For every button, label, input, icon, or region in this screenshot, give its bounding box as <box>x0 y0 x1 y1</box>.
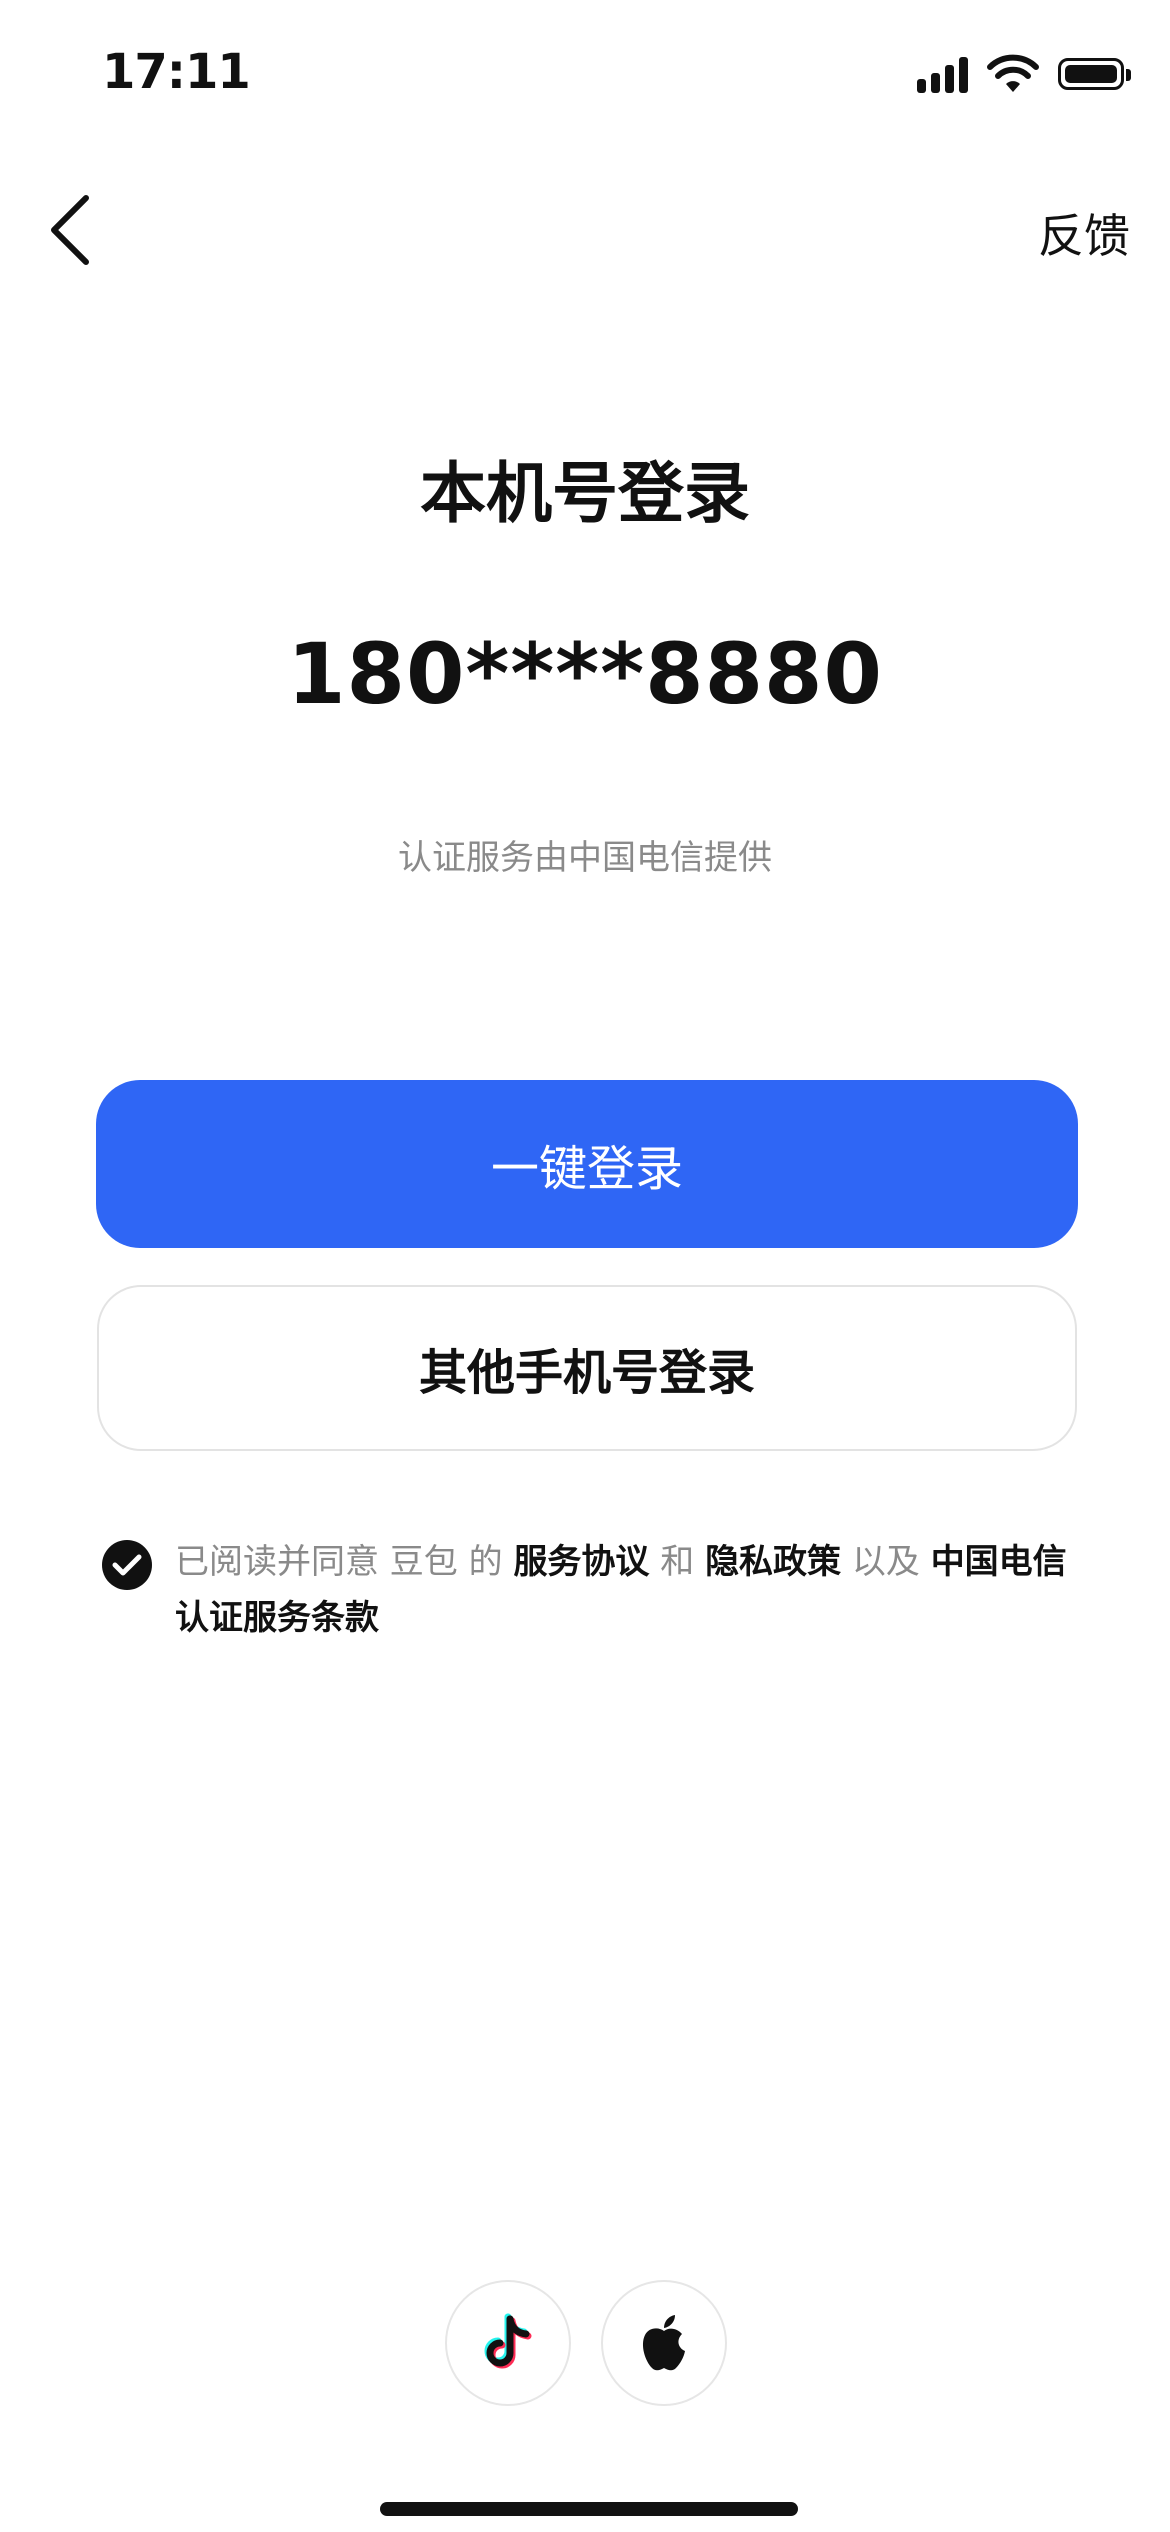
privacy-policy-link[interactable]: 隐私政策 <box>705 1542 841 1582</box>
apple-logo-icon <box>642 2315 685 2371</box>
agreement-text: 已阅读并同意 豆包 的 服务协议 和 隐私政策 以及 中国电信认证服务条款 <box>175 1534 1085 1646</box>
auth-provider-text: 认证服务由中国电信提供 <box>398 838 772 878</box>
other-number-login-button[interactable]: 其他手机号登录 <box>97 1285 1077 1451</box>
page-title: 本机号登录 <box>420 455 750 532</box>
agreement-prefix: 已阅读并同意 豆包 的 <box>175 1542 514 1582</box>
masked-phone-number: 180****8880 <box>287 625 883 723</box>
home-indicator <box>380 2502 798 2516</box>
chevron-left-icon <box>51 195 89 265</box>
agreement-and: 和 <box>649 1542 706 1582</box>
status-bar: 17:11 <box>0 0 1170 150</box>
douyin-login-button[interactable] <box>445 2280 571 2406</box>
service-agreement-link[interactable]: 服务协议 <box>513 1542 649 1582</box>
status-time: 17:11 <box>102 44 251 100</box>
one-click-login-button[interactable]: 一键登录 <box>96 1080 1078 1248</box>
agreement-checkbox[interactable] <box>102 1540 152 1590</box>
back-button[interactable] <box>40 190 100 270</box>
agreement-and-also: 以及 <box>841 1542 931 1582</box>
checkmark-icon <box>112 1554 142 1576</box>
douyin-logo-icon <box>484 2313 532 2369</box>
apple-login-button[interactable] <box>601 2280 727 2406</box>
battery-icon <box>1058 58 1131 90</box>
wifi-icon <box>987 54 1039 92</box>
cellular-signal-icon <box>917 55 968 93</box>
status-icons <box>917 54 1131 94</box>
feedback-button[interactable]: 反馈 <box>1038 200 1130 266</box>
